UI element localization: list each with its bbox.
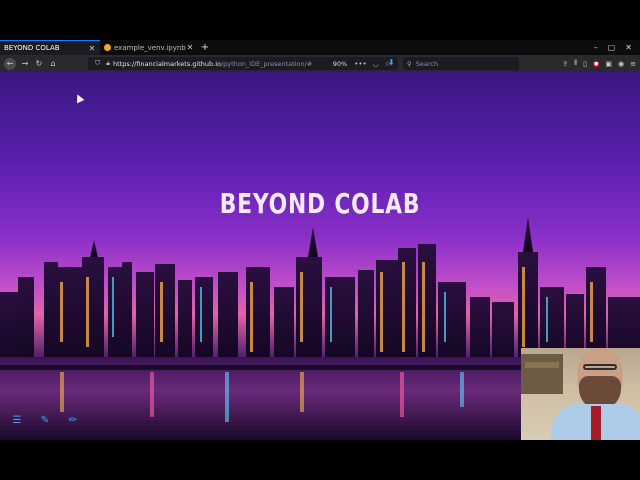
slide-title: BEYOND COLAB bbox=[219, 187, 421, 220]
sidebar-icon[interactable]: ▯ bbox=[583, 60, 587, 68]
lock-icon[interactable]: 🔒︎ bbox=[106, 59, 110, 68]
search-input[interactable]: ⚲ Search bbox=[403, 57, 519, 70]
url-text[interactable]: https://financialmarkets.github.io/pytho… bbox=[113, 60, 323, 68]
home-button[interactable]: ⌂ bbox=[46, 57, 60, 70]
letterbox-top bbox=[0, 0, 640, 40]
jupyter-favicon-icon bbox=[104, 44, 111, 51]
tab-beyond-colab[interactable]: BEYOND COLAB ✕ bbox=[0, 40, 100, 55]
webcam-video-overlay bbox=[521, 348, 640, 440]
notes-icon[interactable]: ✎ bbox=[38, 415, 52, 426]
slide-toolbar: ☰ ✎ ✏ bbox=[10, 415, 80, 426]
bookshelf bbox=[521, 354, 563, 394]
account-icon[interactable]: ◉ bbox=[618, 60, 624, 68]
search-icon: ⚲ bbox=[407, 59, 412, 68]
tab-title: BEYOND COLAB bbox=[4, 44, 60, 52]
menu-icon[interactable]: ☰ bbox=[10, 415, 24, 426]
forward-button[interactable]: → bbox=[18, 57, 32, 70]
close-icon[interactable]: ✕ bbox=[186, 43, 194, 52]
reload-button[interactable]: ↻ bbox=[32, 57, 46, 70]
minimize-icon[interactable]: – bbox=[594, 43, 598, 52]
presenter-tie bbox=[591, 406, 601, 440]
close-icon[interactable]: ✕ bbox=[88, 44, 96, 53]
tab-strip: BEYOND COLAB ✕ example_venv.ipynb - Co ✕… bbox=[0, 40, 640, 55]
page-actions-icon[interactable]: ••• bbox=[354, 60, 366, 68]
extension-icon[interactable]: ● bbox=[593, 60, 600, 67]
maximize-icon[interactable]: ▢ bbox=[608, 43, 616, 52]
url-bar[interactable]: ⛉ 🔒︎ https://financialmarkets.github.io/… bbox=[88, 57, 398, 70]
download-icon[interactable]: ⬇ bbox=[388, 58, 395, 67]
upload-icon[interactable]: ⇪ bbox=[562, 60, 568, 68]
back-button[interactable]: ← bbox=[4, 57, 16, 70]
shield-icon[interactable]: ⛉ bbox=[95, 59, 100, 68]
pencil-icon[interactable]: ✏ bbox=[66, 415, 80, 426]
search-placeholder: Search bbox=[415, 59, 439, 68]
extension2-icon[interactable]: ▣ bbox=[605, 60, 612, 68]
menu-icon[interactable]: ≡ bbox=[630, 60, 636, 68]
shelf-row bbox=[525, 362, 559, 368]
window-controls: – ▢ ✕ bbox=[594, 40, 640, 55]
tab-example-venv[interactable]: example_venv.ipynb - Co ✕ bbox=[100, 40, 198, 55]
zoom-level[interactable]: 90% bbox=[329, 60, 351, 68]
navigation-toolbar: ← → ↻ ⌂ ⛉ 🔒︎ https://financialmarkets.gi… bbox=[0, 55, 640, 72]
tab-title: example_venv.ipynb - Co bbox=[114, 43, 186, 52]
close-window-icon[interactable]: ✕ bbox=[625, 43, 632, 52]
new-tab-button[interactable]: + bbox=[198, 40, 212, 55]
library-icon[interactable]: ⫴ bbox=[574, 59, 577, 68]
letterbox-bottom bbox=[0, 440, 640, 480]
toolbar-extensions: ⇪ ⫴ ▯ ● ▣ ◉ ≡ bbox=[562, 57, 636, 70]
presenter-glasses bbox=[583, 364, 617, 370]
pocket-icon[interactable]: ◡ bbox=[373, 60, 379, 68]
